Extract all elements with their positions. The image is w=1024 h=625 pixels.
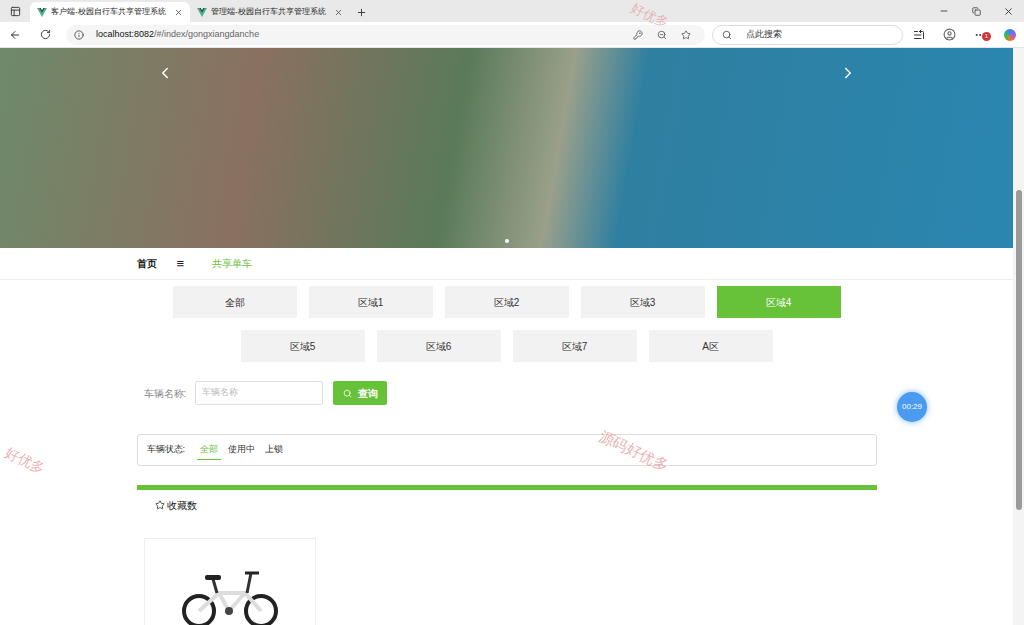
browser-tab[interactable]: 管理端-校园自行车共享管理系统 (190, 2, 350, 22)
query-button[interactable]: 查询 (333, 381, 387, 405)
nav-menu-toggle[interactable]: ≡ (177, 254, 192, 274)
back-icon[interactable] (9, 29, 21, 41)
zoom-icon[interactable] (657, 30, 667, 40)
browser-tab[interactable]: 客户端-校园自行车共享管理系统 (30, 2, 190, 22)
search-box[interactable]: 点此搜索 (712, 25, 903, 45)
status-option[interactable]: 全部 (197, 440, 221, 461)
carousel-next-icon[interactable] (839, 64, 857, 82)
favorite-icon[interactable] (681, 30, 691, 40)
status-filter: 车辆状态:全部使用中上锁 (137, 434, 877, 466)
browser-window: 客户端-校园自行车共享管理系统管理端-校园自行车共享管理系统localhost:… (0, 0, 1024, 625)
nav-item[interactable]: 首页 (137, 256, 157, 271)
carousel-dot[interactable] (505, 239, 509, 243)
region-button[interactable]: 区域7 (513, 330, 637, 362)
bike-card[interactable] (144, 538, 316, 625)
status-option[interactable]: 上锁 (262, 440, 286, 460)
tab-actions-icon[interactable] (10, 6, 21, 17)
page: 首页≡共享单车全部区域1区域2区域3区域4区域5区域6区域7A区车辆名称:车辆名… (0, 48, 1013, 625)
scrollbar[interactable] (1013, 48, 1024, 625)
close-tab-icon[interactable] (174, 8, 183, 17)
site-info-icon[interactable] (74, 30, 84, 40)
copilot-icon[interactable] (1004, 29, 1016, 41)
region-button[interactable]: 区域3 (581, 286, 705, 318)
password-icon[interactable] (633, 30, 643, 40)
vue-favicon-icon (197, 8, 207, 17)
profile-icon[interactable] (943, 28, 956, 41)
scrollbar-thumb[interactable] (1016, 190, 1022, 510)
star-icon (155, 500, 165, 510)
green-divider (137, 485, 877, 490)
nav-item[interactable]: 共享单车 (212, 256, 252, 271)
close-window-icon[interactable] (1003, 6, 1014, 17)
notification-badge: 1 (982, 32, 991, 41)
carousel (0, 48, 1013, 248)
watermark: 好优多 (2, 442, 49, 479)
tab-strip: 客户端-校园自行车共享管理系统管理端-校园自行车共享管理系统 (0, 0, 1024, 22)
close-tab-icon[interactable] (334, 8, 343, 17)
carousel-prev-icon[interactable] (156, 64, 174, 82)
region-button[interactable]: 区域5 (241, 330, 365, 362)
refresh-icon[interactable] (40, 29, 51, 40)
vue-favicon-icon (37, 8, 47, 17)
address-bar[interactable]: localhost:8082/#/index/gongxiangdanche (66, 25, 705, 45)
favorites-icon[interactable] (913, 29, 925, 41)
region-button[interactable]: 区域4 (717, 286, 841, 318)
search-row: 车辆名称:车辆名称查询 (144, 381, 877, 405)
sort-by-favorites[interactable]: 收藏数 (155, 490, 877, 520)
vehicle-name-input[interactable]: 车辆名称 (195, 381, 323, 405)
search-icon (722, 30, 732, 40)
region-button[interactable]: 区域1 (309, 286, 433, 318)
region-button[interactable]: A区 (649, 330, 773, 362)
region-button[interactable]: 全部 (173, 286, 297, 318)
timer-badge[interactable]: 00:29 (897, 392, 927, 422)
watermark: 好优多 (628, 0, 672, 33)
region-buttons: 全部区域1 区域2 区域3 区域4 区域5 区域6 区域7 A区 (167, 286, 847, 362)
minimize-icon[interactable] (939, 6, 949, 16)
status-option[interactable]: 使用中 (225, 440, 258, 460)
watermark: 源码好优多 (595, 425, 672, 477)
query-search-icon (343, 389, 352, 398)
bicycle-icon (175, 567, 285, 625)
address-row: localhost:8082/#/index/gongxiangdanche 点此… (0, 22, 1024, 48)
restore-icon[interactable] (972, 7, 981, 16)
nav-bar: 首页 ≡ 共享单车 (0, 248, 1013, 280)
region-button[interactable]: 区域6 (377, 330, 501, 362)
region-button[interactable]: 区域2 (445, 286, 569, 318)
new-tab-icon[interactable] (356, 7, 367, 18)
